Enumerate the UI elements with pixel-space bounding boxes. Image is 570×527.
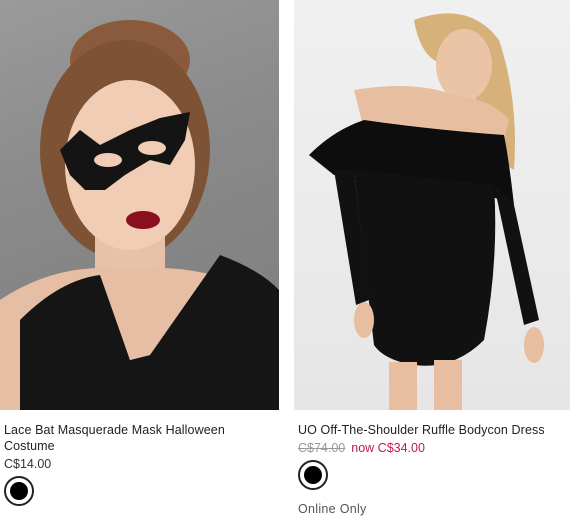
online-only-label: Online Only xyxy=(298,502,367,516)
product-title[interactable]: UO Off-The-Shoulder Ruffle Bodycon Dress xyxy=(294,422,570,438)
color-swatch-black[interactable] xyxy=(4,476,34,506)
product-title[interactable]: Lace Bat Masquerade Mask Halloween Costu… xyxy=(0,422,279,454)
product-image-lace-bat-mask[interactable] xyxy=(0,0,279,410)
product-price: C$14.00 xyxy=(0,456,279,472)
product-photo-illustration xyxy=(0,20,279,410)
color-swatch-black[interactable] xyxy=(298,460,328,490)
product-price: C$74.00 now C$34.00 xyxy=(294,440,570,456)
product-card[interactable]: UO Off-The-Shoulder Ruffle Bodycon Dress… xyxy=(294,0,570,516)
product-image-ruffle-dress[interactable] xyxy=(294,0,570,410)
price-current: C$14.00 xyxy=(4,457,52,471)
product-card[interactable]: Lace Bat Masquerade Mask Halloween Costu… xyxy=(0,0,279,506)
price-sale: now C$34.00 xyxy=(351,441,425,455)
product-photo-illustration xyxy=(309,13,544,410)
price-original: C$74.00 xyxy=(298,441,346,455)
